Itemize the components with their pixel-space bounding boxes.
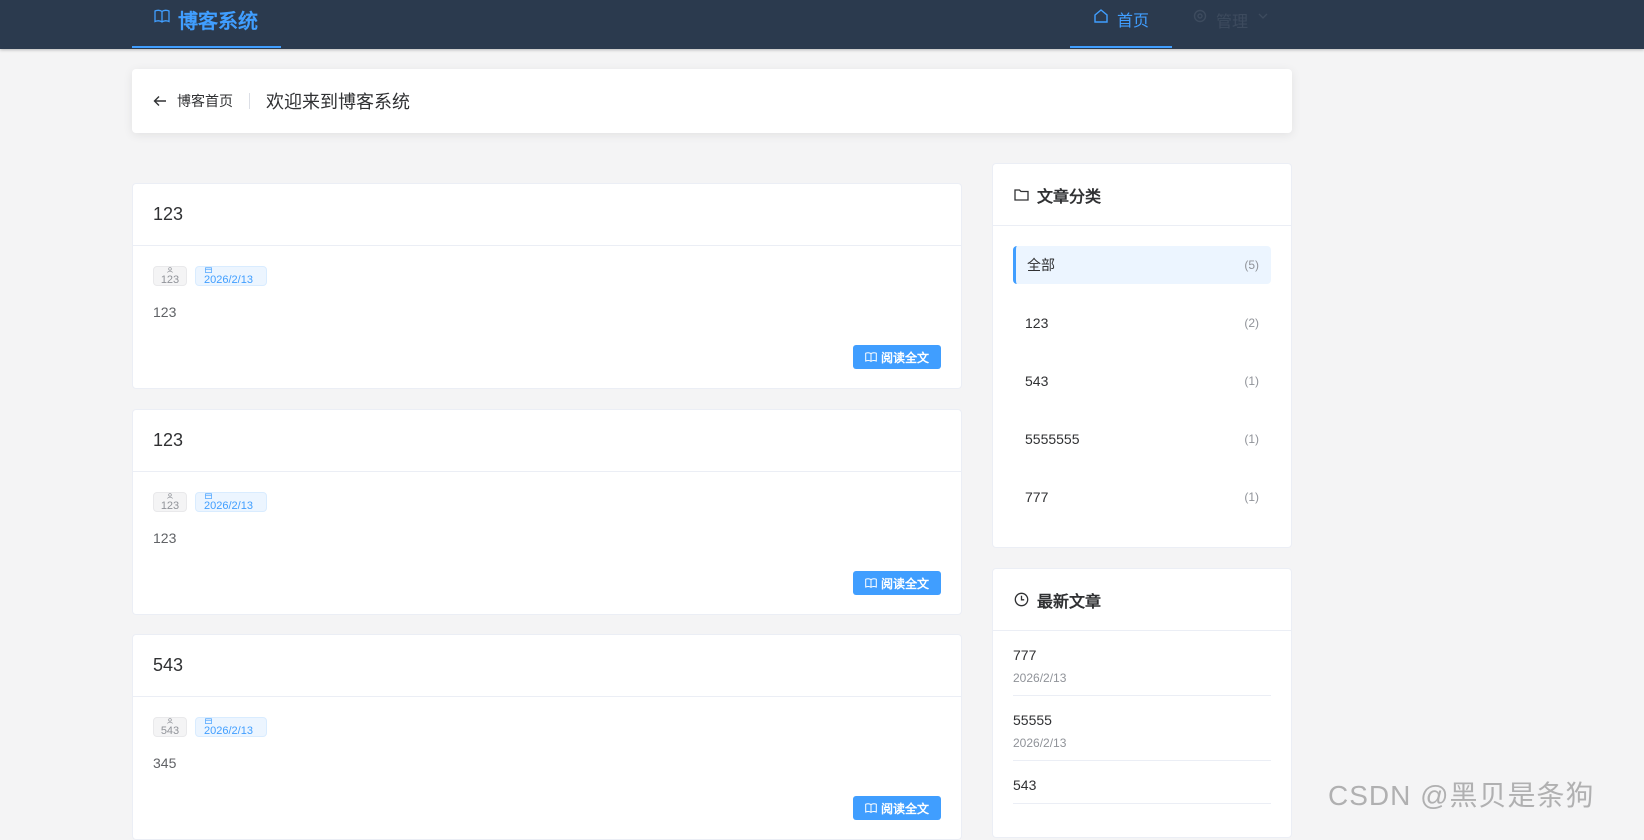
recent-post-title: 777 bbox=[1013, 647, 1037, 663]
clock-icon bbox=[1014, 592, 1029, 607]
chevron-down-icon bbox=[1258, 13, 1268, 19]
calendar-icon bbox=[205, 267, 212, 273]
recent-post-date: 2026/2/13 bbox=[1013, 736, 1067, 750]
arrow-left-icon bbox=[153, 96, 166, 106]
back-label: 博客首页 bbox=[177, 93, 233, 109]
post-title[interactable]: 543 bbox=[133, 635, 961, 697]
book-open-icon bbox=[865, 352, 877, 362]
post-excerpt: 123 bbox=[153, 530, 177, 546]
category-panel-title: 文章分类 bbox=[1037, 188, 1102, 206]
post-body: 123 2026/2/13 123 阅读全文 bbox=[133, 246, 961, 389]
post-body: 123 2026/2/13 123 阅读全文 bbox=[133, 472, 961, 615]
header-divider bbox=[249, 93, 250, 109]
category-count: (1) bbox=[1244, 432, 1259, 446]
category-item-all[interactable]: 全部 (5) bbox=[1013, 246, 1271, 284]
read-more-button[interactable]: 阅读全文 bbox=[853, 571, 941, 595]
user-icon bbox=[167, 493, 173, 499]
recent-posts-header: 最新文章 bbox=[993, 569, 1291, 631]
recent-post-item[interactable]: 777 2026/2/13 bbox=[1013, 631, 1271, 696]
author-tag: 543 bbox=[153, 717, 187, 737]
category-item[interactable]: 543 (1) bbox=[1013, 362, 1271, 400]
category-count: (2) bbox=[1244, 316, 1259, 330]
recent-post-item[interactable]: 55555 2026/2/13 bbox=[1013, 696, 1271, 761]
category-name: 123 bbox=[1025, 315, 1049, 331]
calendar-icon bbox=[205, 718, 212, 724]
recent-posts-title: 最新文章 bbox=[1037, 593, 1102, 611]
user-icon bbox=[167, 267, 173, 273]
date-tag: 2026/2/13 bbox=[195, 492, 267, 512]
recent-post-title: 55555 bbox=[1013, 712, 1052, 728]
category-name: 543 bbox=[1025, 373, 1049, 389]
category-name: 5555555 bbox=[1025, 431, 1080, 447]
post-body: 543 2026/2/13 345 阅读全文 bbox=[133, 697, 961, 840]
recent-post-date: 2026/2/13 bbox=[1013, 671, 1067, 685]
nav-home-label: 首页 bbox=[1116, 13, 1149, 30]
home-icon bbox=[1094, 9, 1108, 23]
post-title[interactable]: 123 bbox=[133, 184, 961, 246]
post-title[interactable]: 123 bbox=[133, 410, 961, 472]
category-panel: 文章分类 全部 (5) 123 (2) 543 (1) 5555555 (1) … bbox=[992, 163, 1292, 548]
calendar-icon bbox=[205, 493, 212, 499]
category-count: (1) bbox=[1244, 374, 1259, 388]
watermark: CSDN @黑贝是条狗 bbox=[1328, 780, 1595, 811]
category-item[interactable]: 5555555 (1) bbox=[1013, 420, 1271, 458]
back-button[interactable]: 博客首页 bbox=[153, 91, 233, 111]
brand-logo[interactable]: 博客系统 bbox=[132, 0, 281, 48]
category-count: (1) bbox=[1244, 490, 1259, 504]
category-count: (5) bbox=[1244, 258, 1259, 272]
read-more-button[interactable]: 阅读全文 bbox=[853, 345, 941, 369]
top-navbar: 博客系统 首页 管理 bbox=[0, 0, 1644, 49]
folder-icon bbox=[1014, 189, 1029, 201]
category-item[interactable]: 123 (2) bbox=[1013, 304, 1271, 342]
date-tag: 2026/2/13 bbox=[195, 266, 267, 286]
nav-manage-label: 管理 bbox=[1216, 14, 1249, 31]
read-more-button[interactable]: 阅读全文 bbox=[853, 796, 941, 820]
category-name: 777 bbox=[1025, 489, 1049, 505]
post-card: 123 123 2026/2/13 123 阅读全文 bbox=[132, 409, 962, 615]
category-name: 全部 bbox=[1027, 257, 1055, 273]
category-panel-header: 文章分类 bbox=[993, 164, 1291, 226]
page-header: 博客首页 欢迎来到博客系统 bbox=[132, 69, 1292, 133]
book-icon bbox=[154, 9, 170, 23]
author-tag: 123 bbox=[153, 492, 187, 512]
recent-post-item[interactable]: 543 bbox=[1013, 761, 1271, 804]
recent-post-title: 543 bbox=[1013, 777, 1037, 793]
post-card: 123 123 2026/2/13 123 阅读全文 bbox=[132, 183, 962, 389]
brand-title: 博客系统 bbox=[178, 11, 258, 33]
post-excerpt: 345 bbox=[153, 755, 177, 771]
recent-posts-panel: 最新文章 777 2026/2/13 55555 2026/2/13 543 bbox=[992, 568, 1292, 838]
nav-home[interactable]: 首页 bbox=[1070, 0, 1172, 48]
gear-icon bbox=[1193, 9, 1207, 23]
user-icon bbox=[167, 718, 173, 724]
book-open-icon bbox=[865, 578, 877, 588]
date-tag: 2026/2/13 bbox=[195, 717, 267, 737]
page-title: 欢迎来到博客系统 bbox=[266, 92, 410, 112]
book-open-icon bbox=[865, 803, 877, 813]
nav-manage-menu[interactable]: 管理 bbox=[1192, 0, 1276, 56]
author-tag: 123 bbox=[153, 266, 187, 286]
post-excerpt: 123 bbox=[153, 304, 177, 320]
category-item[interactable]: 777 (1) bbox=[1013, 478, 1271, 516]
post-card: 543 543 2026/2/13 345 阅读全文 bbox=[132, 634, 962, 840]
